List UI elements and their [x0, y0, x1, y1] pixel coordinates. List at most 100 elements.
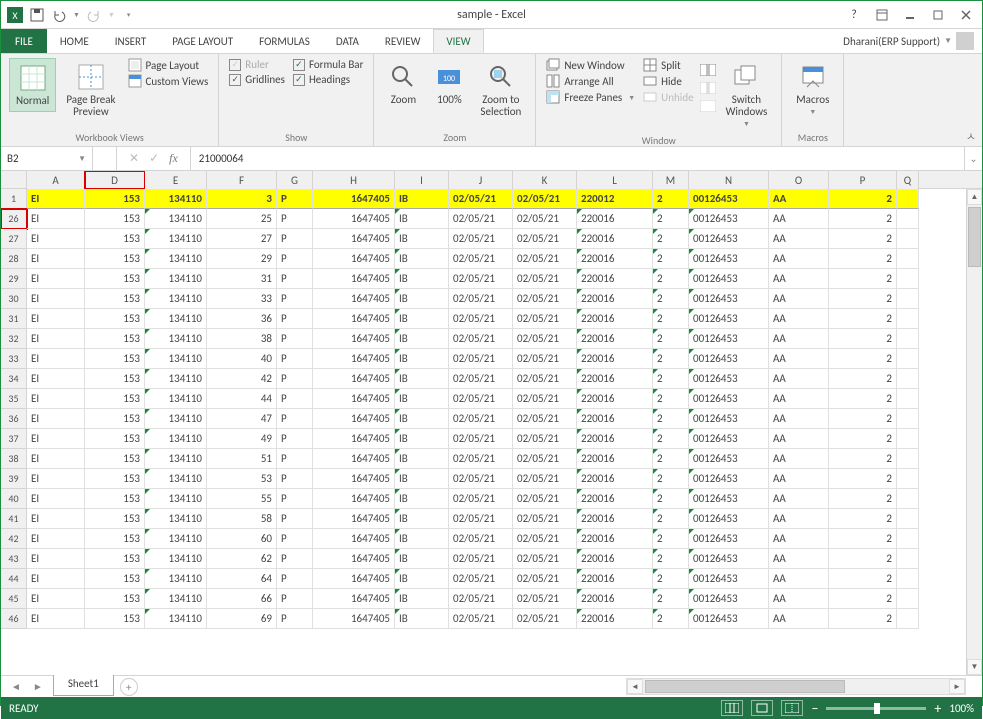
- cell[interactable]: 38: [207, 329, 277, 349]
- cell[interactable]: 134110: [145, 309, 207, 329]
- row-header[interactable]: 26: [1, 209, 27, 229]
- cell[interactable]: 00126453: [689, 249, 769, 269]
- cell[interactable]: 1647405: [313, 409, 395, 429]
- tab-review[interactable]: REVIEW: [372, 29, 434, 53]
- cell[interactable]: 220016: [577, 489, 653, 509]
- cell[interactable]: [897, 309, 919, 329]
- cell[interactable]: 2: [653, 609, 689, 629]
- cell[interactable]: 2: [829, 469, 897, 489]
- cell[interactable]: 02/05/21: [449, 589, 513, 609]
- cell[interactable]: [897, 349, 919, 369]
- cell[interactable]: 2: [829, 609, 897, 629]
- cell[interactable]: EI: [27, 349, 85, 369]
- row-header[interactable]: 28: [1, 249, 27, 269]
- maximize-icon[interactable]: [926, 3, 950, 27]
- cell[interactable]: 220016: [577, 429, 653, 449]
- zoom-button[interactable]: Zoom: [382, 58, 424, 110]
- cell[interactable]: 2: [653, 569, 689, 589]
- cell[interactable]: 02/05/21: [449, 449, 513, 469]
- zoom-slider[interactable]: [826, 707, 926, 710]
- cell[interactable]: IB: [395, 249, 449, 269]
- cell[interactable]: 1647405: [313, 509, 395, 529]
- cell[interactable]: 1647405: [313, 549, 395, 569]
- cell[interactable]: 02/05/21: [513, 389, 577, 409]
- cell[interactable]: 1647405: [313, 489, 395, 509]
- row-header[interactable]: 39: [1, 469, 27, 489]
- cell[interactable]: 00126453: [689, 289, 769, 309]
- help-icon[interactable]: ?: [842, 3, 866, 27]
- cell[interactable]: 2: [653, 249, 689, 269]
- tab-page-layout[interactable]: PAGE LAYOUT: [159, 29, 246, 53]
- cell[interactable]: IB: [395, 529, 449, 549]
- cell[interactable]: 00126453: [689, 569, 769, 589]
- cell[interactable]: [897, 189, 919, 209]
- cell[interactable]: 2: [829, 509, 897, 529]
- cell[interactable]: 1647405: [313, 589, 395, 609]
- row-header[interactable]: 29: [1, 269, 27, 289]
- cell[interactable]: 02/05/21: [449, 209, 513, 229]
- cell[interactable]: 153: [85, 489, 145, 509]
- cell[interactable]: 1647405: [313, 349, 395, 369]
- cell[interactable]: EI: [27, 569, 85, 589]
- cell[interactable]: 02/05/21: [513, 569, 577, 589]
- cell[interactable]: 02/05/21: [513, 249, 577, 269]
- cell[interactable]: 1647405: [313, 369, 395, 389]
- tab-data[interactable]: DATA: [323, 29, 372, 53]
- cell[interactable]: 2: [829, 549, 897, 569]
- cell[interactable]: 2: [653, 509, 689, 529]
- cell[interactable]: 2: [829, 229, 897, 249]
- scroll-right-icon[interactable]: ►: [949, 679, 965, 694]
- cell[interactable]: AA: [769, 529, 829, 549]
- cell[interactable]: 02/05/21: [513, 489, 577, 509]
- cell[interactable]: 153: [85, 329, 145, 349]
- cell[interactable]: P: [277, 349, 313, 369]
- cell[interactable]: 02/05/21: [513, 509, 577, 529]
- cell[interactable]: AA: [769, 489, 829, 509]
- cell[interactable]: AA: [769, 549, 829, 569]
- cell[interactable]: 153: [85, 229, 145, 249]
- cell[interactable]: [897, 329, 919, 349]
- cell[interactable]: 02/05/21: [513, 209, 577, 229]
- cell[interactable]: AA: [769, 349, 829, 369]
- cell[interactable]: EI: [27, 269, 85, 289]
- cell[interactable]: 02/05/21: [513, 309, 577, 329]
- column-header[interactable]: E: [145, 171, 207, 189]
- cell[interactable]: 02/05/21: [449, 269, 513, 289]
- cell[interactable]: 2: [653, 369, 689, 389]
- cell[interactable]: AA: [769, 249, 829, 269]
- cell[interactable]: 153: [85, 569, 145, 589]
- cell[interactable]: 1647405: [313, 309, 395, 329]
- collapse-ribbon-icon[interactable]: ㅅ: [966, 128, 976, 144]
- cell[interactable]: 00126453: [689, 229, 769, 249]
- cell[interactable]: 1647405: [313, 269, 395, 289]
- normal-button[interactable]: Normal: [9, 58, 56, 112]
- column-header[interactable]: I: [395, 171, 449, 189]
- cell[interactable]: EI: [27, 549, 85, 569]
- cell[interactable]: EI: [27, 529, 85, 549]
- cell[interactable]: 2: [653, 489, 689, 509]
- cell[interactable]: AA: [769, 609, 829, 629]
- column-header[interactable]: J: [449, 171, 513, 189]
- cell[interactable]: 2: [653, 549, 689, 569]
- row-header[interactable]: 34: [1, 369, 27, 389]
- cell[interactable]: [897, 469, 919, 489]
- cell[interactable]: P: [277, 309, 313, 329]
- cell[interactable]: 00126453: [689, 389, 769, 409]
- scroll-thumb-horizontal[interactable]: [645, 680, 845, 693]
- cell[interactable]: [897, 569, 919, 589]
- cell[interactable]: 153: [85, 309, 145, 329]
- row-header[interactable]: 43: [1, 549, 27, 569]
- cell[interactable]: 1647405: [313, 249, 395, 269]
- cell[interactable]: AA: [769, 289, 829, 309]
- cell[interactable]: EI: [27, 409, 85, 429]
- undo-dropdown-icon[interactable]: ▼: [73, 10, 80, 19]
- cell[interactable]: 220016: [577, 249, 653, 269]
- cell[interactable]: 02/05/21: [449, 469, 513, 489]
- cell[interactable]: EI: [27, 429, 85, 449]
- avatar[interactable]: [956, 32, 974, 50]
- cell[interactable]: 58: [207, 509, 277, 529]
- cell[interactable]: 25: [207, 209, 277, 229]
- scroll-up-icon[interactable]: ▲: [967, 189, 982, 205]
- cell[interactable]: P: [277, 529, 313, 549]
- cell[interactable]: 153: [85, 209, 145, 229]
